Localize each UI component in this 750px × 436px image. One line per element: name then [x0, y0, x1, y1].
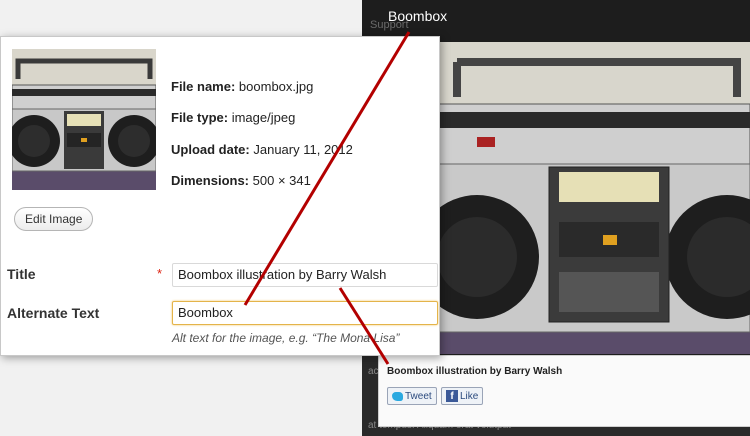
required-asterisk: *	[157, 266, 163, 281]
like-button-label: Like	[460, 390, 479, 402]
upload-date-label: Upload date:	[171, 142, 250, 157]
dimensions-value: 500 × 341	[252, 173, 311, 188]
tweet-button[interactable]: Tweet	[387, 387, 437, 405]
title-input[interactable]	[172, 263, 438, 287]
facebook-like-button[interactable]: f Like	[441, 387, 484, 405]
media-attachment-panel: File name: boombox.jpg File type: image/…	[0, 36, 440, 356]
dimensions-row: Dimensions: 500 × 341	[171, 173, 311, 188]
upload-date-row: Upload date: January 11, 2012	[171, 142, 353, 157]
file-type-label: File type:	[171, 110, 229, 125]
tweet-button-label: Tweet	[405, 390, 432, 402]
image-caption: Boombox illustration by Barry Walsh	[387, 366, 563, 377]
upload-date-value: January 11, 2012	[253, 142, 353, 157]
dimensions-label: Dimensions:	[171, 173, 250, 188]
file-name-label: File name:	[171, 79, 236, 94]
post-image-boombox[interactable]	[437, 42, 750, 354]
file-name-row: File name: boombox.jpg	[171, 79, 313, 94]
twitter-bird-icon	[392, 391, 403, 401]
post-title[interactable]: Boombox	[388, 8, 447, 24]
attachment-thumbnail	[12, 49, 156, 190]
file-type-value: image/jpeg	[231, 110, 296, 125]
alt-text-help: Alt text for the image, e.g. “The Mona L…	[172, 331, 400, 345]
edit-image-button[interactable]: Edit Image	[14, 207, 94, 231]
alt-text-field-label: Alternate Text	[7, 305, 100, 321]
alternate-text-input[interactable]	[172, 301, 438, 325]
file-name-value: boombox.jpg	[238, 79, 314, 94]
title-field-label: Title	[7, 266, 36, 282]
image-caption-box: Boombox illustration by Barry Walsh Twee…	[378, 355, 750, 427]
facebook-icon: f	[446, 390, 458, 402]
boombox-illustration	[437, 42, 750, 354]
file-type-row: File type: image/jpeg	[171, 110, 295, 125]
boombox-thumbnail-image	[12, 49, 156, 190]
